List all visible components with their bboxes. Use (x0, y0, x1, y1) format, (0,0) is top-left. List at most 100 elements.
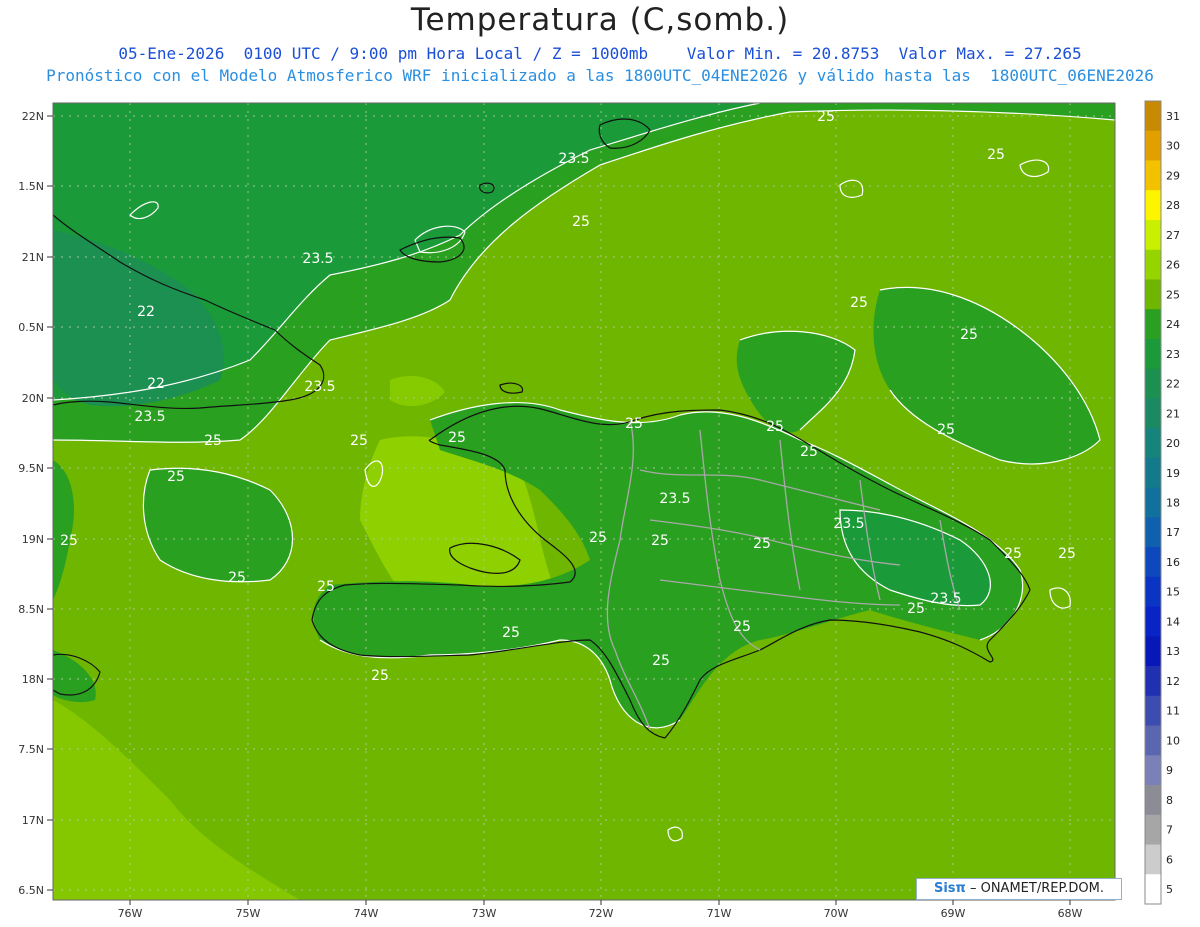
colorbar-label: 16 (1166, 556, 1180, 569)
lon-tick-label: 74W (354, 907, 379, 920)
contour-label: 22 (137, 304, 155, 320)
contour-label: 25 (651, 533, 669, 549)
colorbar-swatch (1145, 160, 1161, 191)
colorbar-label: 8 (1166, 794, 1173, 807)
contour-label: 25 (1058, 546, 1076, 562)
contour-label: 23.5 (134, 409, 165, 425)
colorbar-label: 13 (1166, 645, 1180, 658)
contour-label: 25 (350, 433, 368, 449)
contour-label: 25 (572, 214, 590, 230)
contour-label: 25 (589, 530, 607, 546)
colorbar-label: 10 (1166, 734, 1180, 747)
contour-label: 22 (147, 376, 165, 392)
colorbar-swatch (1145, 487, 1161, 518)
contour-label: 25 (1004, 546, 1022, 562)
contour-label: 25 (753, 536, 771, 552)
colorbar-swatch (1145, 219, 1161, 251)
map-canvas: 25 25 23.5 25 23.5 22 25 25 22 23.5 23.5 25 25 25 25 25… (18, 100, 1180, 920)
colorbar-swatch (1145, 547, 1161, 578)
contour-label: 25 (987, 147, 1005, 163)
colorbar-swatch (1145, 606, 1161, 637)
contour-label: 25 (766, 419, 784, 435)
colorbar-swatch (1145, 517, 1161, 548)
colorbar-swatch (1145, 814, 1161, 846)
colorbar-swatch (1145, 844, 1161, 875)
colorbar-swatch (1145, 309, 1161, 340)
colorbar-label: 9 (1166, 764, 1173, 777)
colorbar-swatch (1145, 755, 1161, 786)
colorbar-swatch (1145, 368, 1161, 399)
contour-label: 23.5 (930, 591, 961, 607)
colorbar-swatch (1145, 249, 1161, 280)
colorbar-label: 15 (1166, 586, 1180, 599)
colorbar-label: 17 (1166, 526, 1180, 539)
lat-tick-label: 22N (22, 110, 44, 123)
lat-tick-label: 20N (22, 392, 44, 405)
colorbar-swatch (1145, 695, 1161, 727)
colorbar-label: 24 (1166, 318, 1180, 331)
contour-label: 25 (317, 579, 335, 595)
lon-tick-label: 75W (236, 907, 261, 920)
colorbar-swatch (1145, 279, 1161, 310)
lon-tick-label: 76W (118, 907, 143, 920)
lat-tick-label: 8.5N (18, 603, 44, 616)
colorbar-label: 20 (1166, 437, 1180, 450)
colorbar-label: 28 (1166, 199, 1180, 212)
credit-text: – ONAMET/REP.DOM. (969, 881, 1104, 896)
contour-label: 23.5 (558, 151, 589, 167)
contour-label: 25 (800, 444, 818, 460)
colorbar-label: 29 (1166, 169, 1180, 182)
colorbar-swatch (1145, 785, 1161, 816)
contour-label: 23.5 (304, 379, 335, 395)
colorbar-swatch (1145, 874, 1161, 905)
colorbar-label: 6 (1166, 853, 1173, 866)
colorbar-swatch (1145, 636, 1161, 667)
colorbar-label: 31 (1166, 110, 1180, 123)
colorbar-swatch (1145, 576, 1161, 608)
colorbar-label: 12 (1166, 675, 1180, 688)
colorbar: 31 30 29 28 27 26 25 24 23 22 21 20 19 18 17 16 15 14 13 12… (1144, 100, 1180, 905)
lat-tick-label: 19N (22, 533, 44, 546)
colorbar-label: 27 (1166, 229, 1180, 242)
contour-label: 25 (625, 416, 643, 432)
contour-label: 25 (817, 109, 835, 125)
colorbar-swatch (1145, 457, 1161, 489)
colorbar-swatch (1145, 428, 1161, 459)
colorbar-label: 14 (1166, 615, 1180, 628)
lon-tick-label: 70W (824, 907, 849, 920)
colorbar-swatch (1145, 101, 1161, 132)
lat-tick-label: 0.5N (18, 321, 44, 334)
colorbar-label: 11 (1166, 705, 1180, 718)
colorbar-swatch (1145, 190, 1161, 221)
contour-label: 23.5 (302, 251, 333, 267)
contour-label: 25 (907, 601, 925, 617)
latitude-axis: 22N 1.5N 21N 0.5N 20N 9.5N 19N 8.5N 18N 7.5N 17N 6.… (18, 110, 53, 897)
colorbar-swatch (1145, 130, 1161, 161)
contour-label: 25 (204, 433, 222, 449)
colorbar-label: 22 (1166, 378, 1180, 391)
lat-tick-label: 6.5N (18, 884, 44, 897)
colorbar-label: 25 (1166, 288, 1180, 301)
lat-tick-label: 7.5N (18, 743, 44, 756)
lon-tick-label: 72W (589, 907, 614, 920)
lat-tick-label: 17N (22, 814, 44, 827)
sispi-logo-text: Sisπ (933, 881, 966, 896)
contour-label: 25 (733, 619, 751, 635)
colorbar-label: 30 (1166, 140, 1180, 153)
contour-label: 25 (60, 533, 78, 549)
colorbar-label: 23 (1166, 348, 1180, 361)
colorbar-label: 18 (1166, 497, 1180, 510)
lon-tick-label: 71W (707, 907, 732, 920)
contour-label: 25 (652, 653, 670, 669)
colorbar-label: 21 (1166, 407, 1180, 420)
contour-label: 25 (960, 327, 978, 343)
colorbar-label: 26 (1166, 259, 1180, 272)
contour-label: 23.5 (833, 516, 864, 532)
lat-tick-label: 21N (22, 251, 44, 264)
colorbar-swatch (1145, 338, 1161, 370)
lat-tick-label: 18N (22, 673, 44, 686)
longitude-axis: 76W 75W 74W 73W 72W 71W 70W 69W 68W (118, 900, 1083, 920)
colorbar-swatch (1145, 398, 1161, 429)
contour-label: 25 (502, 625, 520, 641)
contour-label: 25 (850, 295, 868, 311)
